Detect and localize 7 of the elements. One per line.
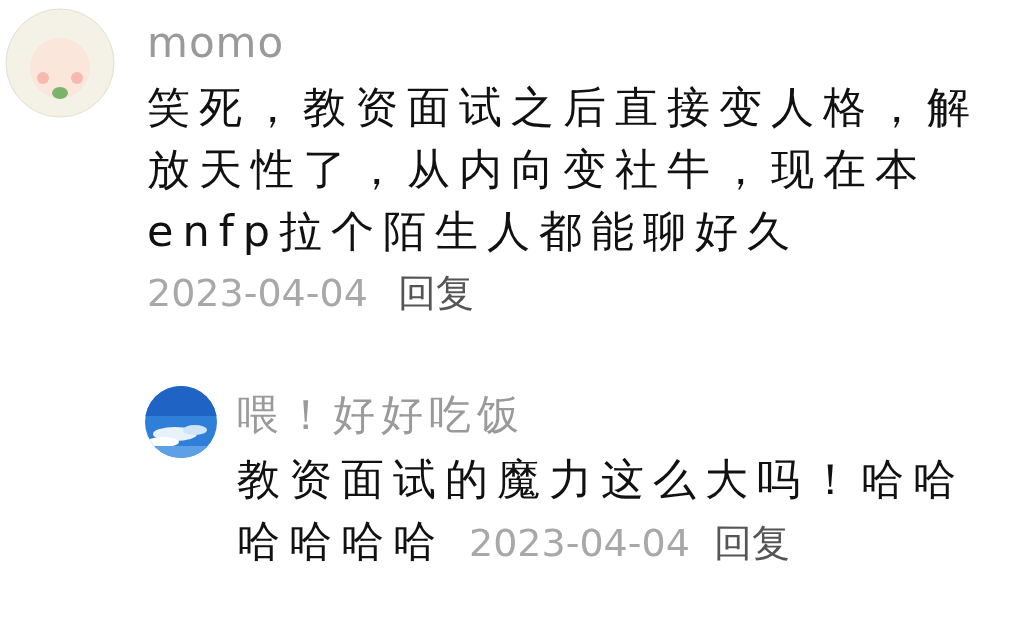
comment-date: 2023-04-04	[147, 270, 368, 317]
reply-link[interactable]: 回复	[397, 268, 474, 318]
reply-date: 2023-04-04	[469, 520, 690, 567]
reply-link[interactable]: 回复	[713, 518, 790, 568]
reply-text: 教资面试的魔力这么大吗！哈哈	[237, 453, 965, 506]
comment-text: 笑死，教资面试之后直接变人格，解放天性了，从内向变社牛，现在本enfp拉个陌生人都能聊好久	[147, 82, 979, 256]
reply-text: 哈哈哈哈	[237, 515, 445, 568]
